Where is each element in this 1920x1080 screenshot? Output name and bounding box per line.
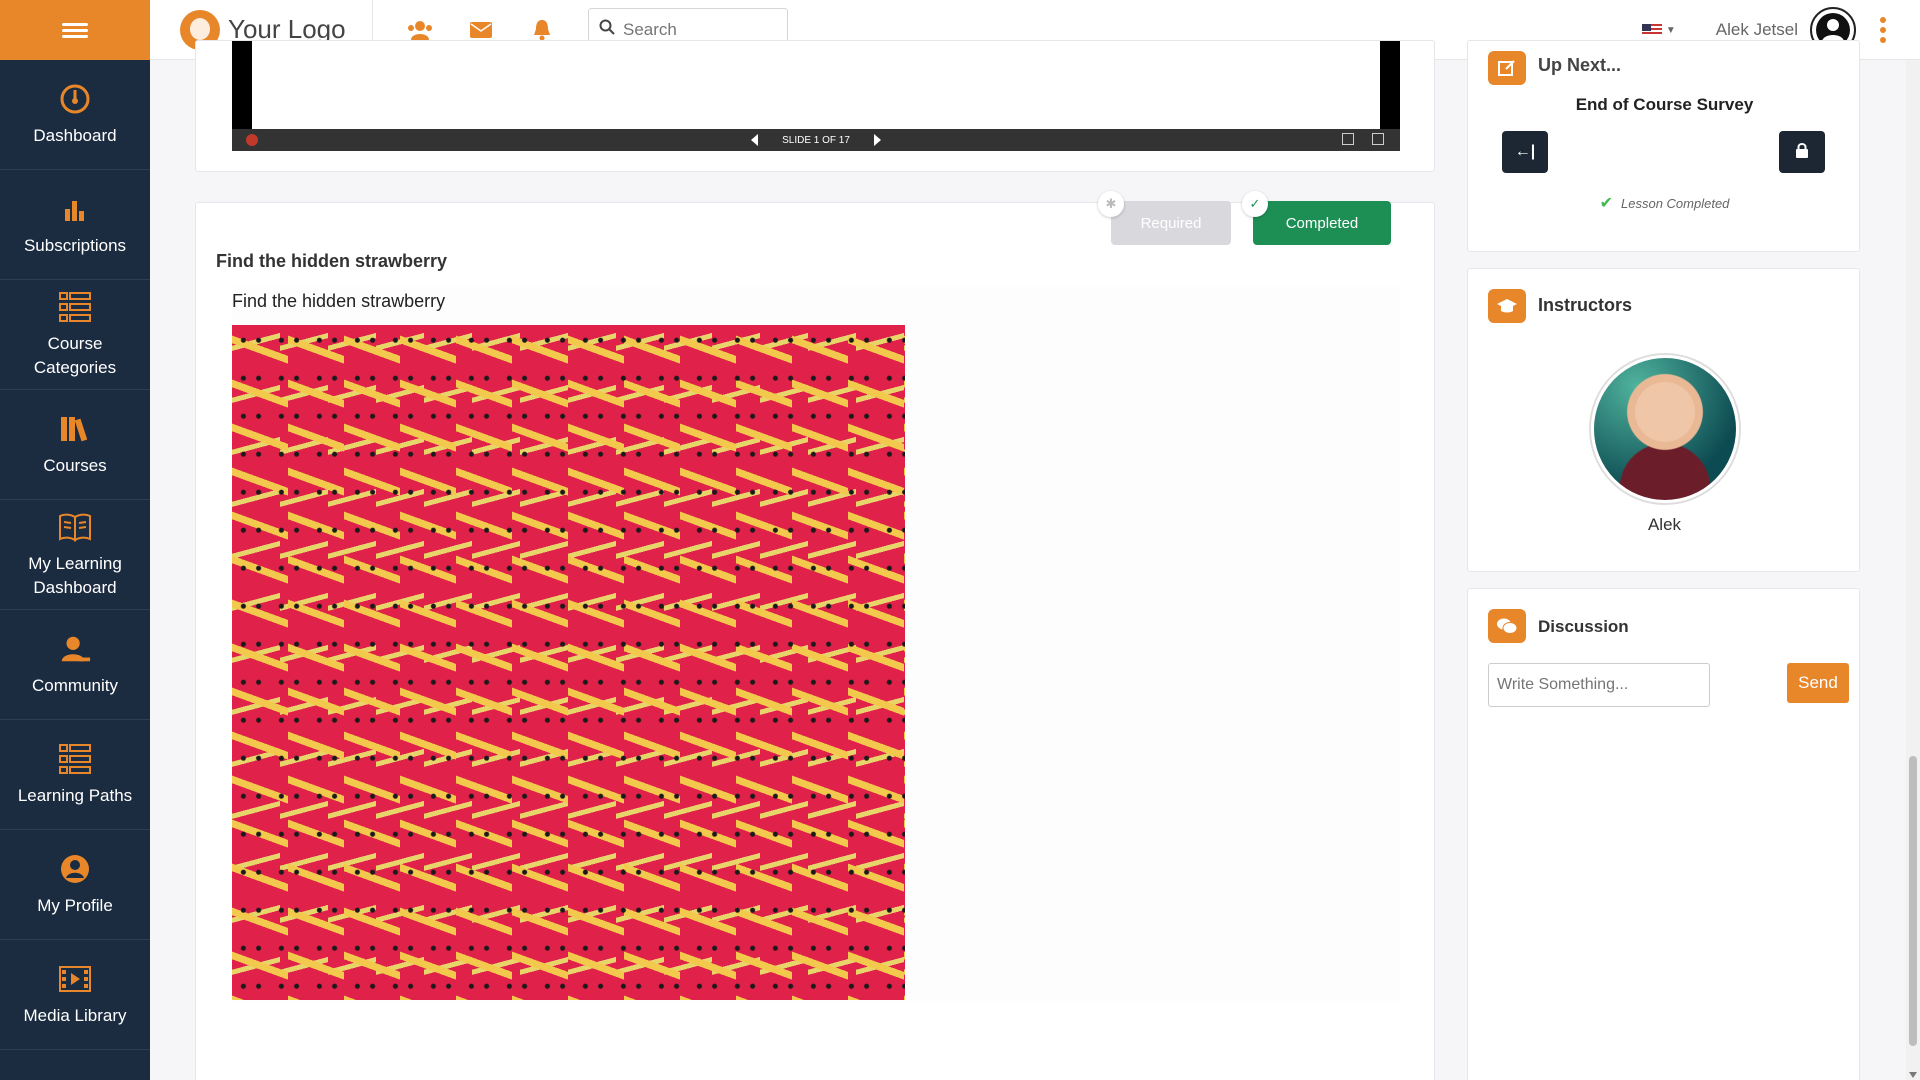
edit-icon [1488,51,1526,85]
sidebar-item-learning-paths[interactable]: Learning Paths [0,720,150,830]
send-button[interactable]: Send [1787,663,1849,703]
more-options-icon[interactable] [1868,15,1898,45]
users-icon [58,632,92,666]
hidden-object-image[interactable] [232,325,905,1000]
previous-lesson-button[interactable]: ←| [1502,131,1548,173]
sidebar-item-community[interactable]: Community [0,610,150,720]
lesson-title: Find the hidden strawberry [216,251,448,271]
lesson-card: Required ✱ Completed ✓ Find the hidden s… [195,191,1435,1080]
user-circle-icon [58,852,92,886]
check-icon: ✓ [1242,191,1268,217]
language-flag-icon[interactable] [1641,24,1662,36]
instructor-name[interactable]: Alek [1468,515,1861,535]
sidebar: Dashboard Subscriptions Course Categorie… [0,0,150,1080]
lesson-content: Find the hidden strawberry [232,287,1400,1001]
discussion-title: Discussion [1538,617,1629,636]
film-icon [58,962,92,996]
sidebar-item-course-categories[interactable]: Course Categories [0,280,150,390]
sidebar-item-label: Community [32,675,118,695]
graduation-cap-icon [1488,289,1526,323]
sidebar-item-courses[interactable]: Courses [0,390,150,500]
search-icon [599,19,615,40]
list-icon [58,290,92,324]
fullscreen-icon[interactable] [1372,133,1384,145]
next-lesson-locked-button[interactable] [1779,131,1825,173]
sidebar-item-label: Courses [43,455,107,475]
bar-chart-icon [58,192,92,226]
sidebar-item-label: Course Categories [33,333,117,377]
lesson-subtitle: Find the hidden strawberry [232,291,446,311]
sidebar-item-label: Subscriptions [23,235,127,255]
required-button[interactable]: Required [1111,201,1231,245]
next-slide-icon[interactable] [873,134,881,146]
lock-icon [1795,142,1809,163]
slide-controls: SLIDE 1 OF 17 [232,129,1400,151]
slide-menu-icon[interactable] [1342,133,1354,145]
discussion-card: Discussion Send [1467,588,1860,1080]
open-book-icon [58,510,92,544]
sidebar-item-label: My Learning Dashboard [28,553,122,597]
dashboard-icon [58,82,92,116]
hamburger-icon [62,20,88,41]
up-next-card: Up Next... End of Course Survey ←| ✔ Less… [1467,40,1860,252]
completed-button[interactable]: Completed [1253,201,1391,245]
sidebar-item-subscriptions[interactable]: Subscriptions [0,170,150,280]
arrow-left-icon: ←| [1514,143,1536,160]
page-scrollbar[interactable] [1906,60,1920,1080]
lesson-status: ✔ Lesson Completed [1468,193,1861,213]
sidebar-item-label: Dashboard [33,125,117,145]
previous-slide-icon[interactable] [751,134,759,146]
next-lesson-title: End of Course Survey [1575,95,1754,114]
sidebar-item-label: Media Library [23,1005,127,1025]
sidebar-item-my-profile[interactable]: My Profile [0,830,150,940]
record-icon [246,134,258,146]
lesson-status-text: Lesson Completed [1621,196,1730,211]
search-input[interactable] [623,19,783,40]
slides-card: SLIDE 1 OF 17 [195,40,1435,172]
up-next-title: Up Next... [1538,55,1622,75]
sidebar-item-my-learning-dashboard[interactable]: My Learning Dashboard [0,500,150,610]
sidebar-item-dashboard[interactable]: Dashboard [0,60,150,170]
checkmark-icon: ✔ [1599,195,1613,212]
list-icon [58,742,92,776]
instructors-card: Instructors Alek [1467,268,1860,572]
instructors-title: Instructors [1538,295,1633,315]
sidebar-item-media-library[interactable]: Media Library [0,940,150,1050]
sidebar-item-label: My Profile [37,895,113,915]
menu-toggle-button[interactable] [0,0,150,60]
instructor-avatar[interactable] [1591,355,1739,503]
slide-counter: SLIDE 1 OF 17 [782,134,850,146]
sidebar-item-label: Learning Paths [17,785,133,805]
user-name[interactable]: Alek Jetsel [1716,20,1798,40]
scrollbar-thumb[interactable] [1909,756,1917,1046]
asterisk-icon: ✱ [1098,191,1124,217]
scroll-down-icon[interactable] [1909,1072,1917,1078]
chevron-down-icon[interactable]: ▼ [1666,25,1676,36]
books-icon [58,412,92,446]
chat-icon [1488,609,1526,643]
discussion-input[interactable] [1488,663,1710,707]
